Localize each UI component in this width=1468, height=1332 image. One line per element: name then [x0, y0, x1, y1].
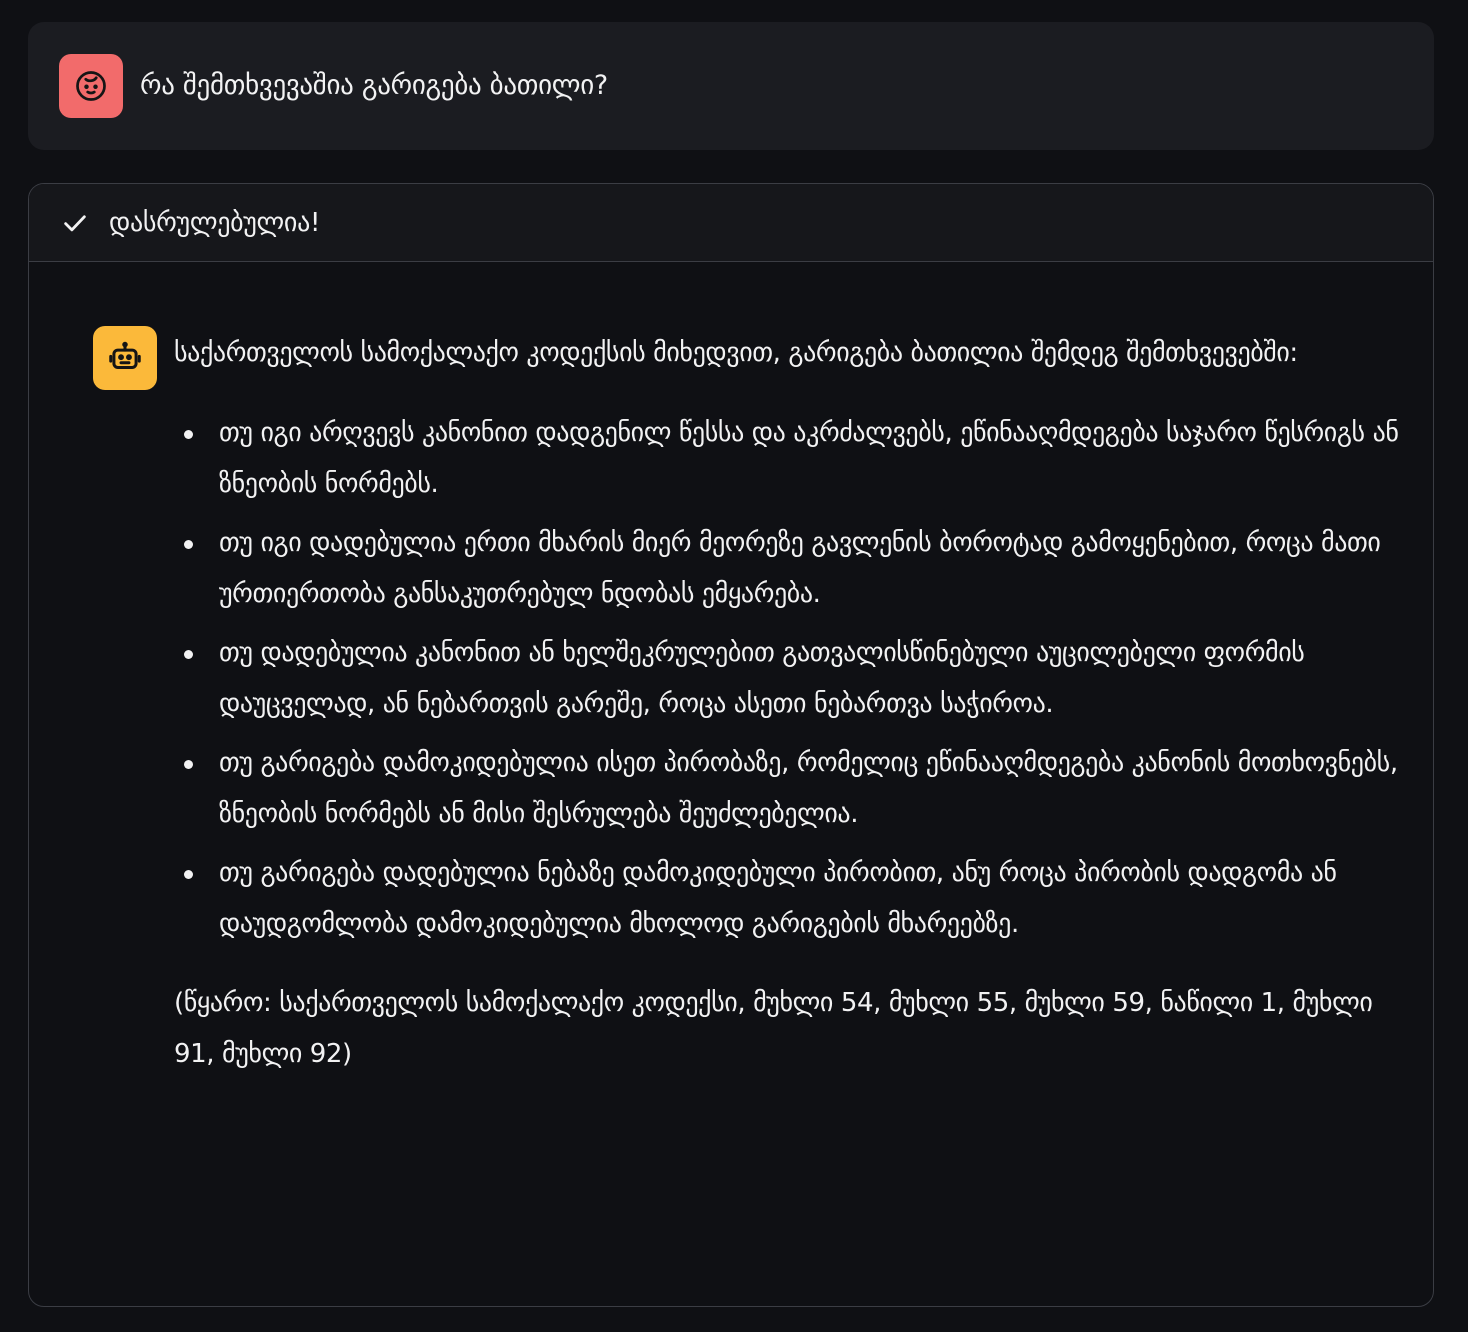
user-avatar [59, 54, 123, 118]
child-face-icon [76, 71, 106, 101]
check-icon [59, 207, 91, 239]
answer-intro: საქართველოს სამოქალაქო კოდექსის მიხედვით… [174, 338, 1298, 368]
answer-list: თუ იგი არღვევს კანონით დადგენილ წესსა და… [174, 408, 1414, 950]
list-item: თუ იგი დადებულია ერთი მხარის მიერ მეორეზ… [184, 518, 1414, 620]
user-message-text: რა შემთხვევაშია გარიგება ბათილი? [140, 70, 608, 101]
list-item: თუ დადებულია კანონით ან ხელშეკრულებით გა… [184, 628, 1414, 730]
assistant-response-card: დასრულებულია! საქართველოს სამოქალაქო კოდ… [28, 183, 1434, 1307]
list-item: თუ გარიგება დადებულია ნებაზე დამოკიდებულ… [184, 848, 1414, 950]
status-text: დასრულებულია! [109, 207, 321, 238]
robot-icon [109, 341, 141, 370]
user-message-card: რა შემთხვევაშია გარიგება ბათილი? [28, 22, 1434, 150]
assistant-message-content: საქართველოს სამოქალაქო კოდექსის მიხედვით… [174, 328, 1414, 1080]
list-item: თუ იგი არღვევს კანონით დადგენილ წესსა და… [184, 408, 1414, 510]
list-item: თუ გარიგება დამოკიდებულია ისეთ პირობაზე,… [184, 738, 1414, 840]
bot-avatar [93, 326, 157, 390]
answer-source: (წყარო: საქართველოს სამოქალაქო კოდექსი, … [174, 988, 1373, 1069]
status-bar[interactable]: დასრულებულია! [29, 184, 1433, 262]
